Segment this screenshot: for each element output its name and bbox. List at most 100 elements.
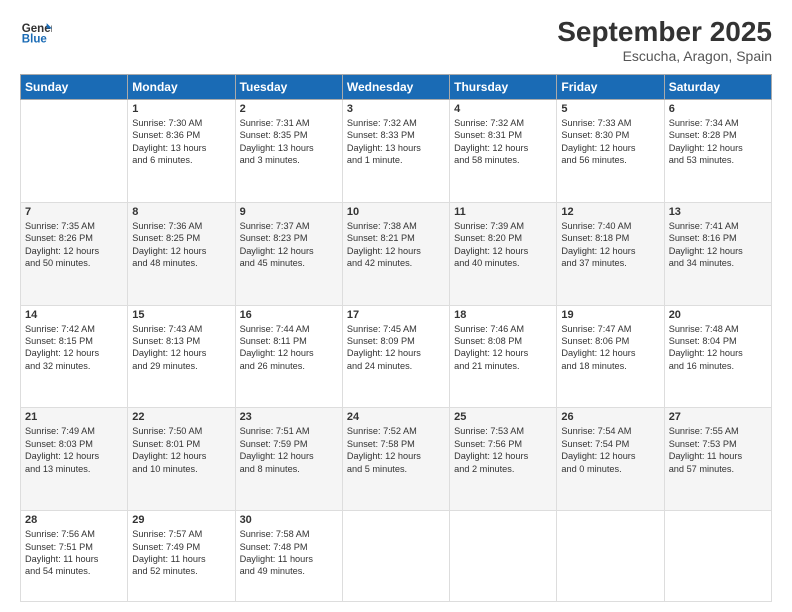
day-info: Sunrise: 7:34 AMSunset: 8:28 PMDaylight:…	[669, 117, 767, 167]
day-number: 18	[454, 309, 552, 321]
day-number: 14	[25, 309, 123, 321]
day-number: 2	[240, 103, 338, 115]
day-number: 7	[25, 206, 123, 218]
calendar-cell: 23 Sunrise: 7:51 AMSunset: 7:59 PMDayligh…	[235, 408, 342, 511]
calendar-cell: 18 Sunrise: 7:46 AMSunset: 8:08 PMDayligh…	[450, 305, 557, 408]
day-number: 24	[347, 411, 445, 423]
header-row: SundayMondayTuesdayWednesdayThursdayFrid…	[21, 75, 772, 100]
week-row-2: 7 Sunrise: 7:35 AMSunset: 8:26 PMDaylight…	[21, 202, 772, 305]
day-info: Sunrise: 7:30 AMSunset: 8:36 PMDaylight:…	[132, 117, 230, 167]
title-block: September 2025 Escucha, Aragon, Spain	[557, 16, 772, 64]
week-row-3: 14 Sunrise: 7:42 AMSunset: 8:15 PMDayligh…	[21, 305, 772, 408]
calendar-cell: 15Sunrise: 7:43 AMSunset: 8:13 PMDayligh…	[128, 305, 235, 408]
day-info: Sunrise: 7:56 AMSunset: 7:51 PMDaylight:…	[25, 528, 123, 578]
day-number: 23	[240, 411, 338, 423]
day-number: 22	[132, 411, 230, 423]
calendar-cell: 4 Sunrise: 7:32 AMSunset: 8:31 PMDaylight…	[450, 100, 557, 203]
calendar-cell: 3Sunrise: 7:32 AMSunset: 8:33 PMDaylight…	[342, 100, 449, 203]
calendar-cell: 24 Sunrise: 7:52 AMSunset: 7:58 PMDayligh…	[342, 408, 449, 511]
week-row-1: 1 Sunrise: 7:30 AMSunset: 8:36 PMDaylight…	[21, 100, 772, 203]
day-info: Sunrise: 7:57 AMSunset: 7:49 PMDaylight:…	[132, 528, 230, 578]
day-number: 11	[454, 206, 552, 218]
day-number: 28	[25, 514, 123, 526]
day-info: Sunrise: 7:42 AMSunset: 8:15 PMDaylight:…	[25, 323, 123, 373]
calendar-cell: 20Sunrise: 7:48 AMSunset: 8:04 PMDayligh…	[664, 305, 771, 408]
calendar-cell: 28 Sunrise: 7:56 AMSunset: 7:51 PMDayligh…	[21, 511, 128, 602]
day-info: Sunrise: 7:39 AMSunset: 8:20 PMDaylight:…	[454, 220, 552, 270]
day-info: Sunrise: 7:58 AMSunset: 7:48 PMDaylight:…	[240, 528, 338, 578]
day-number: 5	[561, 103, 659, 115]
calendar-cell: 19 Sunrise: 7:47 AMSunset: 8:06 PMDayligh…	[557, 305, 664, 408]
calendar-subtitle: Escucha, Aragon, Spain	[557, 48, 772, 64]
day-number: 17	[347, 309, 445, 321]
day-number: 16	[240, 309, 338, 321]
day-number: 12	[561, 206, 659, 218]
calendar-cell: 29Sunrise: 7:57 AMSunset: 7:49 PMDayligh…	[128, 511, 235, 602]
day-info: Sunrise: 7:46 AMSunset: 8:08 PMDaylight:…	[454, 323, 552, 373]
day-info: Sunrise: 7:41 AMSunset: 8:16 PMDaylight:…	[669, 220, 767, 270]
calendar-cell: 1 Sunrise: 7:30 AMSunset: 8:36 PMDaylight…	[128, 100, 235, 203]
day-info: Sunrise: 7:43 AMSunset: 8:13 PMDaylight:…	[132, 323, 230, 373]
day-header-thursday: Thursday	[450, 75, 557, 100]
week-row-5: 28 Sunrise: 7:56 AMSunset: 7:51 PMDayligh…	[21, 511, 772, 602]
day-number: 13	[669, 206, 767, 218]
day-number: 30	[240, 514, 338, 526]
calendar-title: September 2025	[557, 16, 772, 48]
day-info: Sunrise: 7:33 AMSunset: 8:30 PMDaylight:…	[561, 117, 659, 167]
day-info: Sunrise: 7:50 AMSunset: 8:01 PMDaylight:…	[132, 425, 230, 475]
day-info: Sunrise: 7:37 AMSunset: 8:23 PMDaylight:…	[240, 220, 338, 270]
day-header-wednesday: Wednesday	[342, 75, 449, 100]
day-info: Sunrise: 7:36 AMSunset: 8:25 PMDaylight:…	[132, 220, 230, 270]
calendar-cell: 16 Sunrise: 7:44 AMSunset: 8:11 PMDayligh…	[235, 305, 342, 408]
calendar-cell: 27Sunrise: 7:55 AMSunset: 7:53 PMDayligh…	[664, 408, 771, 511]
calendar-cell: 14 Sunrise: 7:42 AMSunset: 8:15 PMDayligh…	[21, 305, 128, 408]
calendar-cell: 2 Sunrise: 7:31 AMSunset: 8:35 PMDaylight…	[235, 100, 342, 203]
calendar-cell: 5 Sunrise: 7:33 AMSunset: 8:30 PMDaylight…	[557, 100, 664, 203]
day-header-monday: Monday	[128, 75, 235, 100]
calendar-cell: 26 Sunrise: 7:54 AMSunset: 7:54 PMDayligh…	[557, 408, 664, 511]
logo-icon: General Blue	[20, 16, 52, 48]
day-info: Sunrise: 7:54 AMSunset: 7:54 PMDaylight:…	[561, 425, 659, 475]
calendar-cell	[21, 100, 128, 203]
calendar-table: SundayMondayTuesdayWednesdayThursdayFrid…	[20, 74, 772, 602]
day-number: 25	[454, 411, 552, 423]
calendar-cell: 12 Sunrise: 7:40 AMSunset: 8:18 PMDayligh…	[557, 202, 664, 305]
calendar-cell: 9Sunrise: 7:37 AMSunset: 8:23 PMDaylight…	[235, 202, 342, 305]
day-info: Sunrise: 7:40 AMSunset: 8:18 PMDaylight:…	[561, 220, 659, 270]
day-info: Sunrise: 7:35 AMSunset: 8:26 PMDaylight:…	[25, 220, 123, 270]
calendar-cell	[664, 511, 771, 602]
day-number: 21	[25, 411, 123, 423]
day-number: 1	[132, 103, 230, 115]
day-header-sunday: Sunday	[21, 75, 128, 100]
day-number: 26	[561, 411, 659, 423]
day-info: Sunrise: 7:52 AMSunset: 7:58 PMDaylight:…	[347, 425, 445, 475]
day-info: Sunrise: 7:49 AMSunset: 8:03 PMDaylight:…	[25, 425, 123, 475]
day-header-tuesday: Tuesday	[235, 75, 342, 100]
day-info: Sunrise: 7:53 AMSunset: 7:56 PMDaylight:…	[454, 425, 552, 475]
calendar-cell: 25 Sunrise: 7:53 AMSunset: 7:56 PMDayligh…	[450, 408, 557, 511]
calendar-cell: 17 Sunrise: 7:45 AMSunset: 8:09 PMDayligh…	[342, 305, 449, 408]
calendar-cell	[557, 511, 664, 602]
calendar-cell: 30 Sunrise: 7:58 AMSunset: 7:48 PMDayligh…	[235, 511, 342, 602]
day-info: Sunrise: 7:31 AMSunset: 8:35 PMDaylight:…	[240, 117, 338, 167]
calendar-cell: 7 Sunrise: 7:35 AMSunset: 8:26 PMDaylight…	[21, 202, 128, 305]
header: General Blue September 2025 Escucha, Ara…	[20, 16, 772, 64]
day-number: 10	[347, 206, 445, 218]
day-number: 8	[132, 206, 230, 218]
day-info: Sunrise: 7:47 AMSunset: 8:06 PMDaylight:…	[561, 323, 659, 373]
day-info: Sunrise: 7:38 AMSunset: 8:21 PMDaylight:…	[347, 220, 445, 270]
day-number: 19	[561, 309, 659, 321]
day-info: Sunrise: 7:48 AMSunset: 8:04 PMDaylight:…	[669, 323, 767, 373]
day-number: 3	[347, 103, 445, 115]
calendar-cell	[450, 511, 557, 602]
day-number: 4	[454, 103, 552, 115]
day-info: Sunrise: 7:51 AMSunset: 7:59 PMDaylight:…	[240, 425, 338, 475]
day-info: Sunrise: 7:32 AMSunset: 8:31 PMDaylight:…	[454, 117, 552, 167]
svg-text:Blue: Blue	[22, 34, 48, 46]
day-info: Sunrise: 7:45 AMSunset: 8:09 PMDaylight:…	[347, 323, 445, 373]
day-info: Sunrise: 7:44 AMSunset: 8:11 PMDaylight:…	[240, 323, 338, 373]
calendar-cell	[342, 511, 449, 602]
calendar-cell: 8 Sunrise: 7:36 AMSunset: 8:25 PMDaylight…	[128, 202, 235, 305]
day-info: Sunrise: 7:55 AMSunset: 7:53 PMDaylight:…	[669, 425, 767, 475]
day-number: 6	[669, 103, 767, 115]
